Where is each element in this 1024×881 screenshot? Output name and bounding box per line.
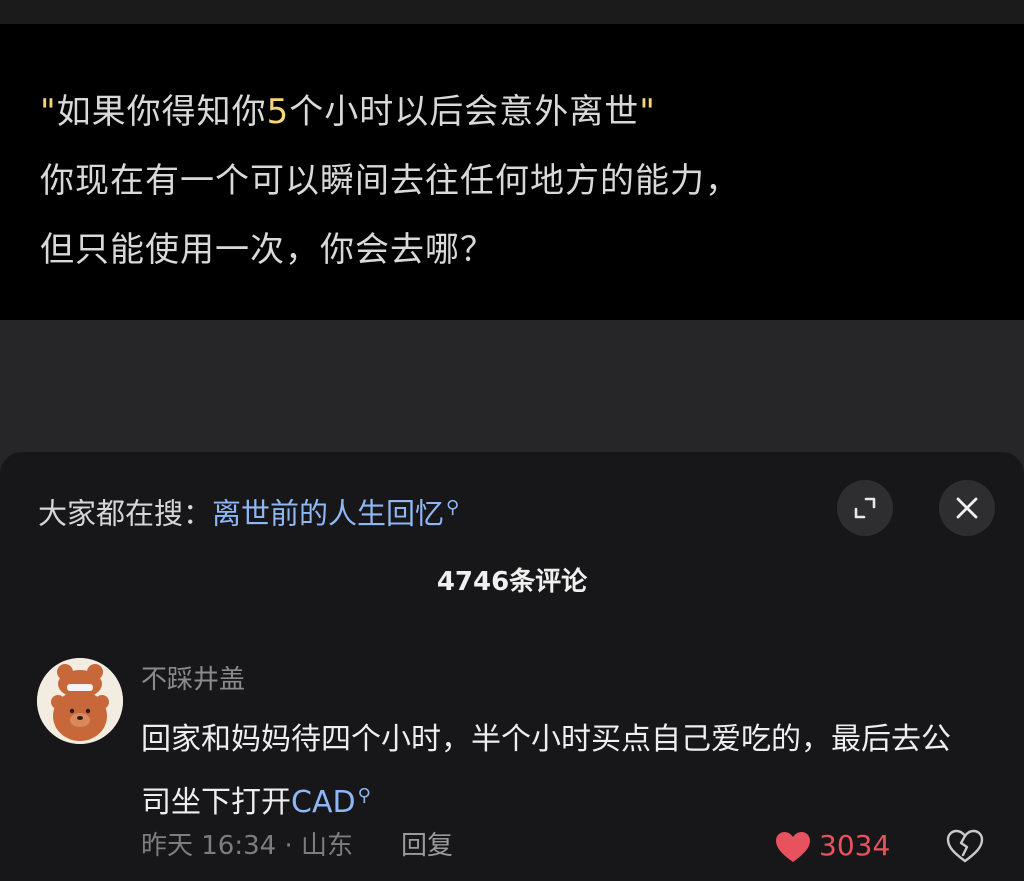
comment-count: 4746条评论 bbox=[436, 567, 588, 597]
caption-text-b: 个小时以后会意外离世 bbox=[289, 92, 640, 132]
expand-button[interactable] bbox=[837, 480, 893, 536]
comment-text: 回家和妈妈待四个小时，半个小时买点自己爱吃的，最后去公司坐下打开CAD ⚲ bbox=[141, 712, 971, 831]
search-icon: ⚲ bbox=[446, 497, 460, 518]
trending-search[interactable]: 大家都在搜：离世前的人生回忆 ⚲ bbox=[38, 486, 459, 536]
comment-username[interactable]: 不踩井盖 bbox=[141, 660, 245, 700]
expand-icon bbox=[854, 497, 876, 519]
trending-search-term[interactable]: 离世前的人生回忆 bbox=[212, 497, 444, 531]
comment-body: 回家和妈妈待四个小时，半个小时买点自己爱吃的，最后去公司坐下打开 bbox=[141, 722, 951, 820]
avatar[interactable] bbox=[37, 658, 123, 744]
search-icon: ⚲ bbox=[357, 785, 371, 806]
caption-number: 5 bbox=[266, 92, 290, 132]
heart-icon bbox=[776, 832, 810, 862]
caption-open-quote: " bbox=[40, 92, 57, 132]
close-button[interactable] bbox=[939, 480, 995, 536]
caption-text-a: 如果你得知你 bbox=[56, 92, 267, 132]
like-count: 3034 bbox=[819, 829, 891, 862]
video-backdrop bbox=[0, 320, 1024, 452]
like-button[interactable] bbox=[774, 830, 812, 868]
close-icon bbox=[956, 497, 978, 519]
top-strip bbox=[0, 0, 1024, 24]
caption-line-2: 你现在有一个可以瞬间去往任何地方的能力， bbox=[40, 161, 740, 201]
broken-heart-icon bbox=[946, 829, 984, 863]
caption-close-quote: " bbox=[639, 92, 656, 132]
bear-avatar bbox=[37, 658, 123, 744]
caption-line-3: 但只能使用一次，你会去哪？ bbox=[40, 230, 495, 270]
caption-line-1: "如果你得知你5个小时以后会意外离世" bbox=[40, 78, 740, 147]
video-caption: "如果你得知你5个小时以后会意外离世" 你现在有一个可以瞬间去往任何地方的能力，… bbox=[40, 78, 740, 285]
dislike-button[interactable] bbox=[946, 828, 984, 868]
comment-search-link[interactable]: CAD bbox=[291, 785, 356, 820]
comment-time-location: 昨天 16:34 · 山东 bbox=[141, 831, 353, 861]
reply-button[interactable]: 回复 bbox=[401, 826, 453, 866]
trending-search-prefix: 大家都在搜： bbox=[38, 496, 213, 531]
